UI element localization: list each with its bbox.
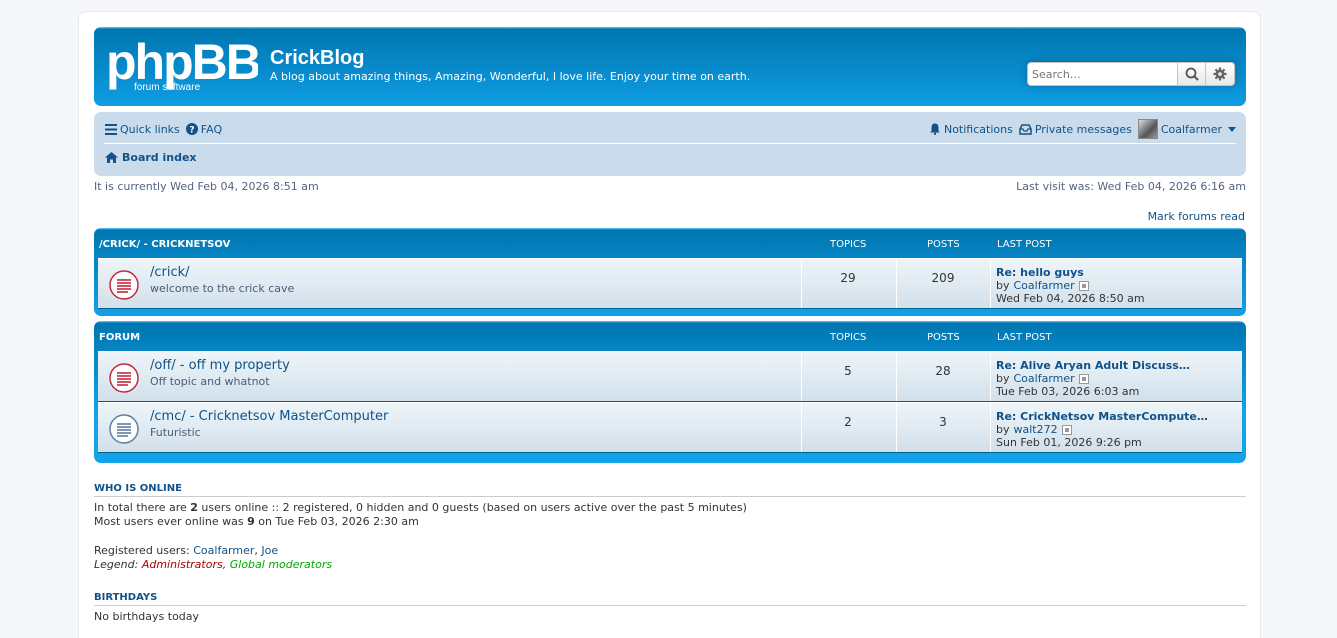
registered-users: Registered users: Coalfarmer, Joe xyxy=(94,544,279,557)
col-posts: POSTS xyxy=(927,332,960,343)
administrators-link[interactable]: Administrators xyxy=(142,558,223,571)
col-topics: TOPICS xyxy=(830,239,867,250)
quick-links-menu[interactable]: Quick links xyxy=(105,123,180,136)
who-is-online-heading[interactable]: WHO IS ONLINE xyxy=(94,483,1246,497)
question-icon: ? xyxy=(185,123,198,136)
category-title[interactable]: FORUM xyxy=(99,332,140,343)
inbox-icon xyxy=(1019,123,1032,135)
author-link[interactable]: walt272 xyxy=(1014,423,1058,436)
col-posts: POSTS xyxy=(927,239,960,250)
faq-label: FAQ xyxy=(200,122,223,136)
by-label: by xyxy=(996,279,1010,292)
last-post-date: Tue Feb 03, 2026 6:03 am xyxy=(996,385,1140,398)
last-post-link[interactable]: Re: hello guys xyxy=(996,266,1084,279)
private-messages-link[interactable]: Private messages xyxy=(1019,123,1132,136)
home-icon xyxy=(105,152,118,163)
forum-title-link[interactable]: /crick/ xyxy=(150,265,190,280)
last-post-link[interactable]: Re: CrickNetsov MasterCompute… xyxy=(996,410,1208,423)
forum-row: /off/ - off my property Off topic and wh… xyxy=(98,351,1242,402)
chevron-down-icon xyxy=(1228,126,1236,132)
header-bar: phpBB forum software CrickBlog A blog ab… xyxy=(94,27,1246,106)
forum-description: welcome to the crick cave xyxy=(150,282,295,295)
category-header: FORUM TOPICS POSTS LAST POST xyxy=(98,321,1242,351)
gear-icon xyxy=(1213,67,1227,81)
topics-count: 2 xyxy=(844,415,852,429)
notifications-link[interactable]: Notifications xyxy=(929,123,1013,136)
forum-unread-icon xyxy=(109,270,139,300)
birthdays-text: No birthdays today xyxy=(94,610,200,623)
logo-sub: forum software xyxy=(134,82,201,93)
forum-read-icon xyxy=(109,414,139,444)
forum-row: /cmc/ - Cricknetsov MasterComputer Futur… xyxy=(98,402,1242,453)
last-post-link[interactable]: Re: Alive Aryan Adult Discuss… xyxy=(996,359,1190,372)
site-title[interactable]: CrickBlog xyxy=(270,47,364,70)
user-link[interactable]: Coalfarmer xyxy=(193,544,254,557)
view-latest-post-icon[interactable] xyxy=(1061,424,1072,435)
last-post-author: by walt272 xyxy=(996,423,1072,436)
col-last-post: LAST POST xyxy=(997,239,1052,250)
by-label: by xyxy=(996,372,1010,385)
hamburger-icon xyxy=(105,123,117,135)
search-icon xyxy=(1185,67,1199,81)
online-total: In total there are 2 users online :: 2 r… xyxy=(94,501,747,514)
avatar xyxy=(1137,119,1158,139)
category-crick: /CRICK/ - CRICKNETSOV TOPICS POSTS LAST … xyxy=(94,228,1246,316)
user-menu[interactable]: Coalfarmer xyxy=(1137,119,1236,139)
global-moderators-link[interactable]: Global moderators xyxy=(230,558,332,571)
breadcrumb: Board index xyxy=(105,151,197,164)
quick-links-label: Quick links xyxy=(120,122,180,136)
navbar: Quick links ? FAQ Notifications Private … xyxy=(94,112,1246,176)
category-title[interactable]: /CRICK/ - CRICKNETSOV xyxy=(99,239,230,250)
last-post-date: Wed Feb 04, 2026 8:50 am xyxy=(996,292,1145,305)
legend: Legend: Administrators, Global moderator… xyxy=(94,558,333,571)
topics-count: 5 xyxy=(844,364,852,378)
view-latest-post-icon[interactable] xyxy=(1078,280,1089,291)
author-link[interactable]: Coalfarmer xyxy=(1014,279,1075,292)
username-label: Coalfarmer xyxy=(1160,122,1222,136)
search-input[interactable] xyxy=(1027,62,1177,86)
col-topics: TOPICS xyxy=(830,332,867,343)
advanced-search-button[interactable] xyxy=(1206,62,1235,86)
svg-text:?: ? xyxy=(189,126,194,136)
notifications-label: Notifications xyxy=(943,122,1013,136)
user-link[interactable]: Joe xyxy=(261,544,278,557)
search-button[interactable] xyxy=(1177,62,1206,86)
forum-title-link[interactable]: /off/ - off my property xyxy=(150,358,290,373)
online-record: Most users ever online was 9 on Tue Feb … xyxy=(94,515,419,528)
posts-count: 209 xyxy=(931,271,955,285)
time-row: It is currently Wed Feb 04, 2026 8:51 am… xyxy=(94,180,1246,193)
col-last-post: LAST POST xyxy=(997,332,1052,343)
search-box xyxy=(1027,62,1236,86)
navbar-divider xyxy=(104,143,1236,144)
last-post-author: by Coalfarmer xyxy=(996,372,1089,385)
birthdays-heading: BIRTHDAYS xyxy=(94,592,1246,606)
phpbb-logo[interactable]: phpBB forum software xyxy=(106,37,258,95)
topics-count: 29 xyxy=(840,271,856,285)
faq-link[interactable]: ? FAQ xyxy=(185,122,223,136)
posts-count: 28 xyxy=(935,364,951,378)
forum-title-link[interactable]: /cmc/ - Cricknetsov MasterComputer xyxy=(150,409,388,424)
board-index-link[interactable]: Board index xyxy=(122,151,197,164)
forum-unread-icon xyxy=(109,363,139,393)
forum-row: /crick/ welcome to the crick cave 29 209… xyxy=(98,258,1242,309)
page-wrapper: phpBB forum software CrickBlog A blog ab… xyxy=(78,11,1261,638)
by-label: by xyxy=(996,423,1010,436)
posts-count: 3 xyxy=(939,415,947,429)
view-latest-post-icon[interactable] xyxy=(1078,373,1089,384)
site-description: A blog about amazing things, Amazing, Wo… xyxy=(270,70,751,83)
private-messages-label: Private messages xyxy=(1034,122,1132,136)
last-post-date: Sun Feb 01, 2026 9:26 pm xyxy=(996,436,1142,449)
category-header: /CRICK/ - CRICKNETSOV TOPICS POSTS LAST … xyxy=(98,228,1242,258)
forum-description: Off topic and whatnot xyxy=(150,375,270,388)
mark-forums-read-link[interactable]: Mark forums read xyxy=(1148,210,1245,223)
bell-icon xyxy=(929,123,940,135)
current-time: It is currently Wed Feb 04, 2026 8:51 am xyxy=(94,180,319,193)
author-link[interactable]: Coalfarmer xyxy=(1014,372,1075,385)
last-post-author: by Coalfarmer xyxy=(996,279,1089,292)
last-visit: Last visit was: Wed Feb 04, 2026 6:16 am xyxy=(1016,180,1246,193)
category-forum: FORUM TOPICS POSTS LAST POST /off/ - off… xyxy=(94,321,1246,463)
forum-description: Futuristic xyxy=(150,426,201,439)
